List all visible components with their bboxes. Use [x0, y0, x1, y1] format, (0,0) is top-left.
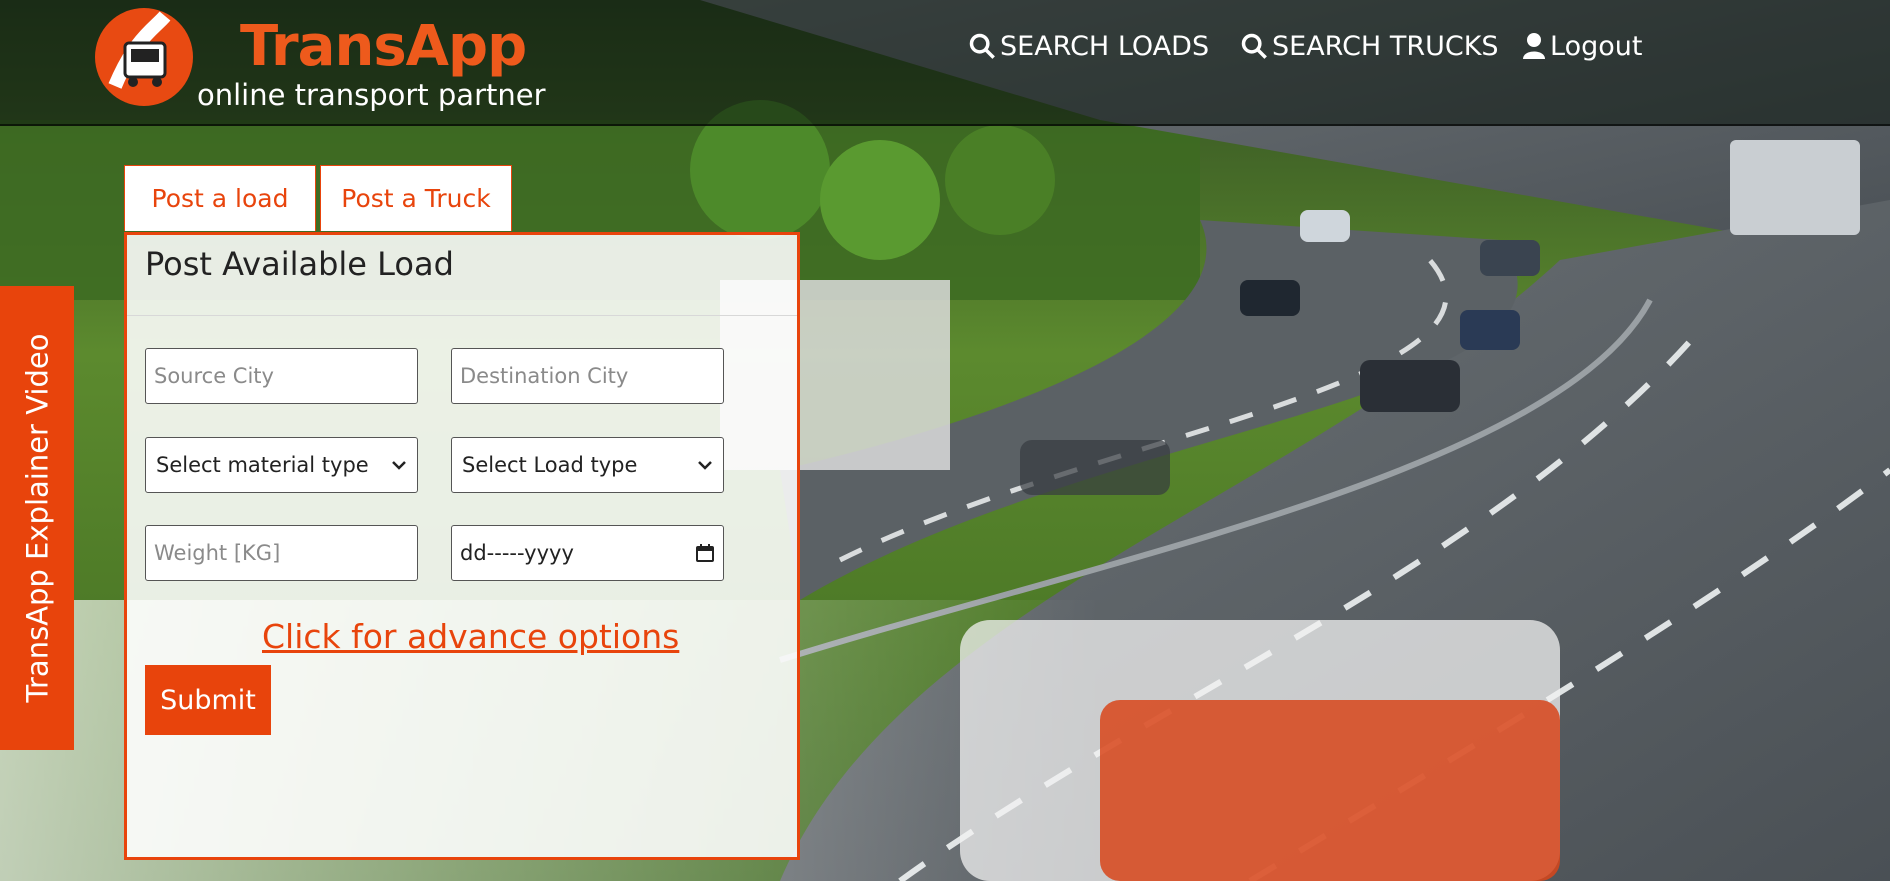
- chevron-down-icon: [392, 461, 406, 470]
- truck-logo-icon: [95, 8, 193, 106]
- material-type-value: Select material type: [156, 453, 369, 477]
- submit-button[interactable]: Submit: [145, 665, 271, 735]
- nav-search-loads-label: SEARCH LOADS: [1000, 30, 1210, 62]
- nav-search-trucks[interactable]: SEARCH TRUCKS: [1240, 26, 1499, 66]
- search-icon: [1241, 33, 1267, 59]
- user-icon: [1523, 33, 1545, 59]
- weight-input[interactable]: [145, 525, 418, 581]
- panel-title: Post Available Load: [145, 245, 454, 283]
- nav-logout[interactable]: Logout: [1522, 26, 1642, 66]
- date-placeholder: dd-----yyyy: [460, 541, 574, 565]
- source-city-input[interactable]: [145, 348, 418, 404]
- post-load-panel: Post Available Load Select material type…: [124, 232, 800, 860]
- search-icon: [969, 33, 995, 59]
- nav-search-loads[interactable]: SEARCH LOADS: [968, 26, 1209, 66]
- material-type-select[interactable]: Select material type: [145, 437, 418, 493]
- nav-search-trucks-label: SEARCH TRUCKS: [1272, 30, 1499, 62]
- advance-options-link[interactable]: Click for advance options: [262, 617, 679, 656]
- tab-post-truck-label: Post a Truck: [341, 184, 491, 213]
- explainer-video-tab[interactable]: TransApp Explainer Video: [0, 286, 74, 750]
- calendar-icon[interactable]: [695, 543, 715, 563]
- load-type-value: Select Load type: [462, 453, 638, 477]
- nav-logout-label: Logout: [1550, 30, 1643, 62]
- panel-divider: [127, 315, 797, 316]
- destination-city-input[interactable]: [451, 348, 724, 404]
- date-input[interactable]: dd-----yyyy: [451, 525, 724, 581]
- load-type-select[interactable]: Select Load type: [451, 437, 724, 493]
- tab-post-load[interactable]: Post a load: [124, 165, 316, 231]
- brand-tagline: online transport partner: [197, 78, 546, 112]
- top-header: TransApp online transport partner SEARCH…: [0, 0, 1890, 126]
- transapp-logo[interactable]: TransApp online transport partner: [95, 8, 546, 118]
- tab-post-truck[interactable]: Post a Truck: [320, 165, 512, 231]
- brand-name: TransApp: [240, 14, 527, 79]
- chevron-down-icon: [698, 461, 712, 470]
- explainer-video-label: TransApp Explainer Video: [20, 333, 54, 703]
- tab-post-load-label: Post a load: [151, 184, 289, 213]
